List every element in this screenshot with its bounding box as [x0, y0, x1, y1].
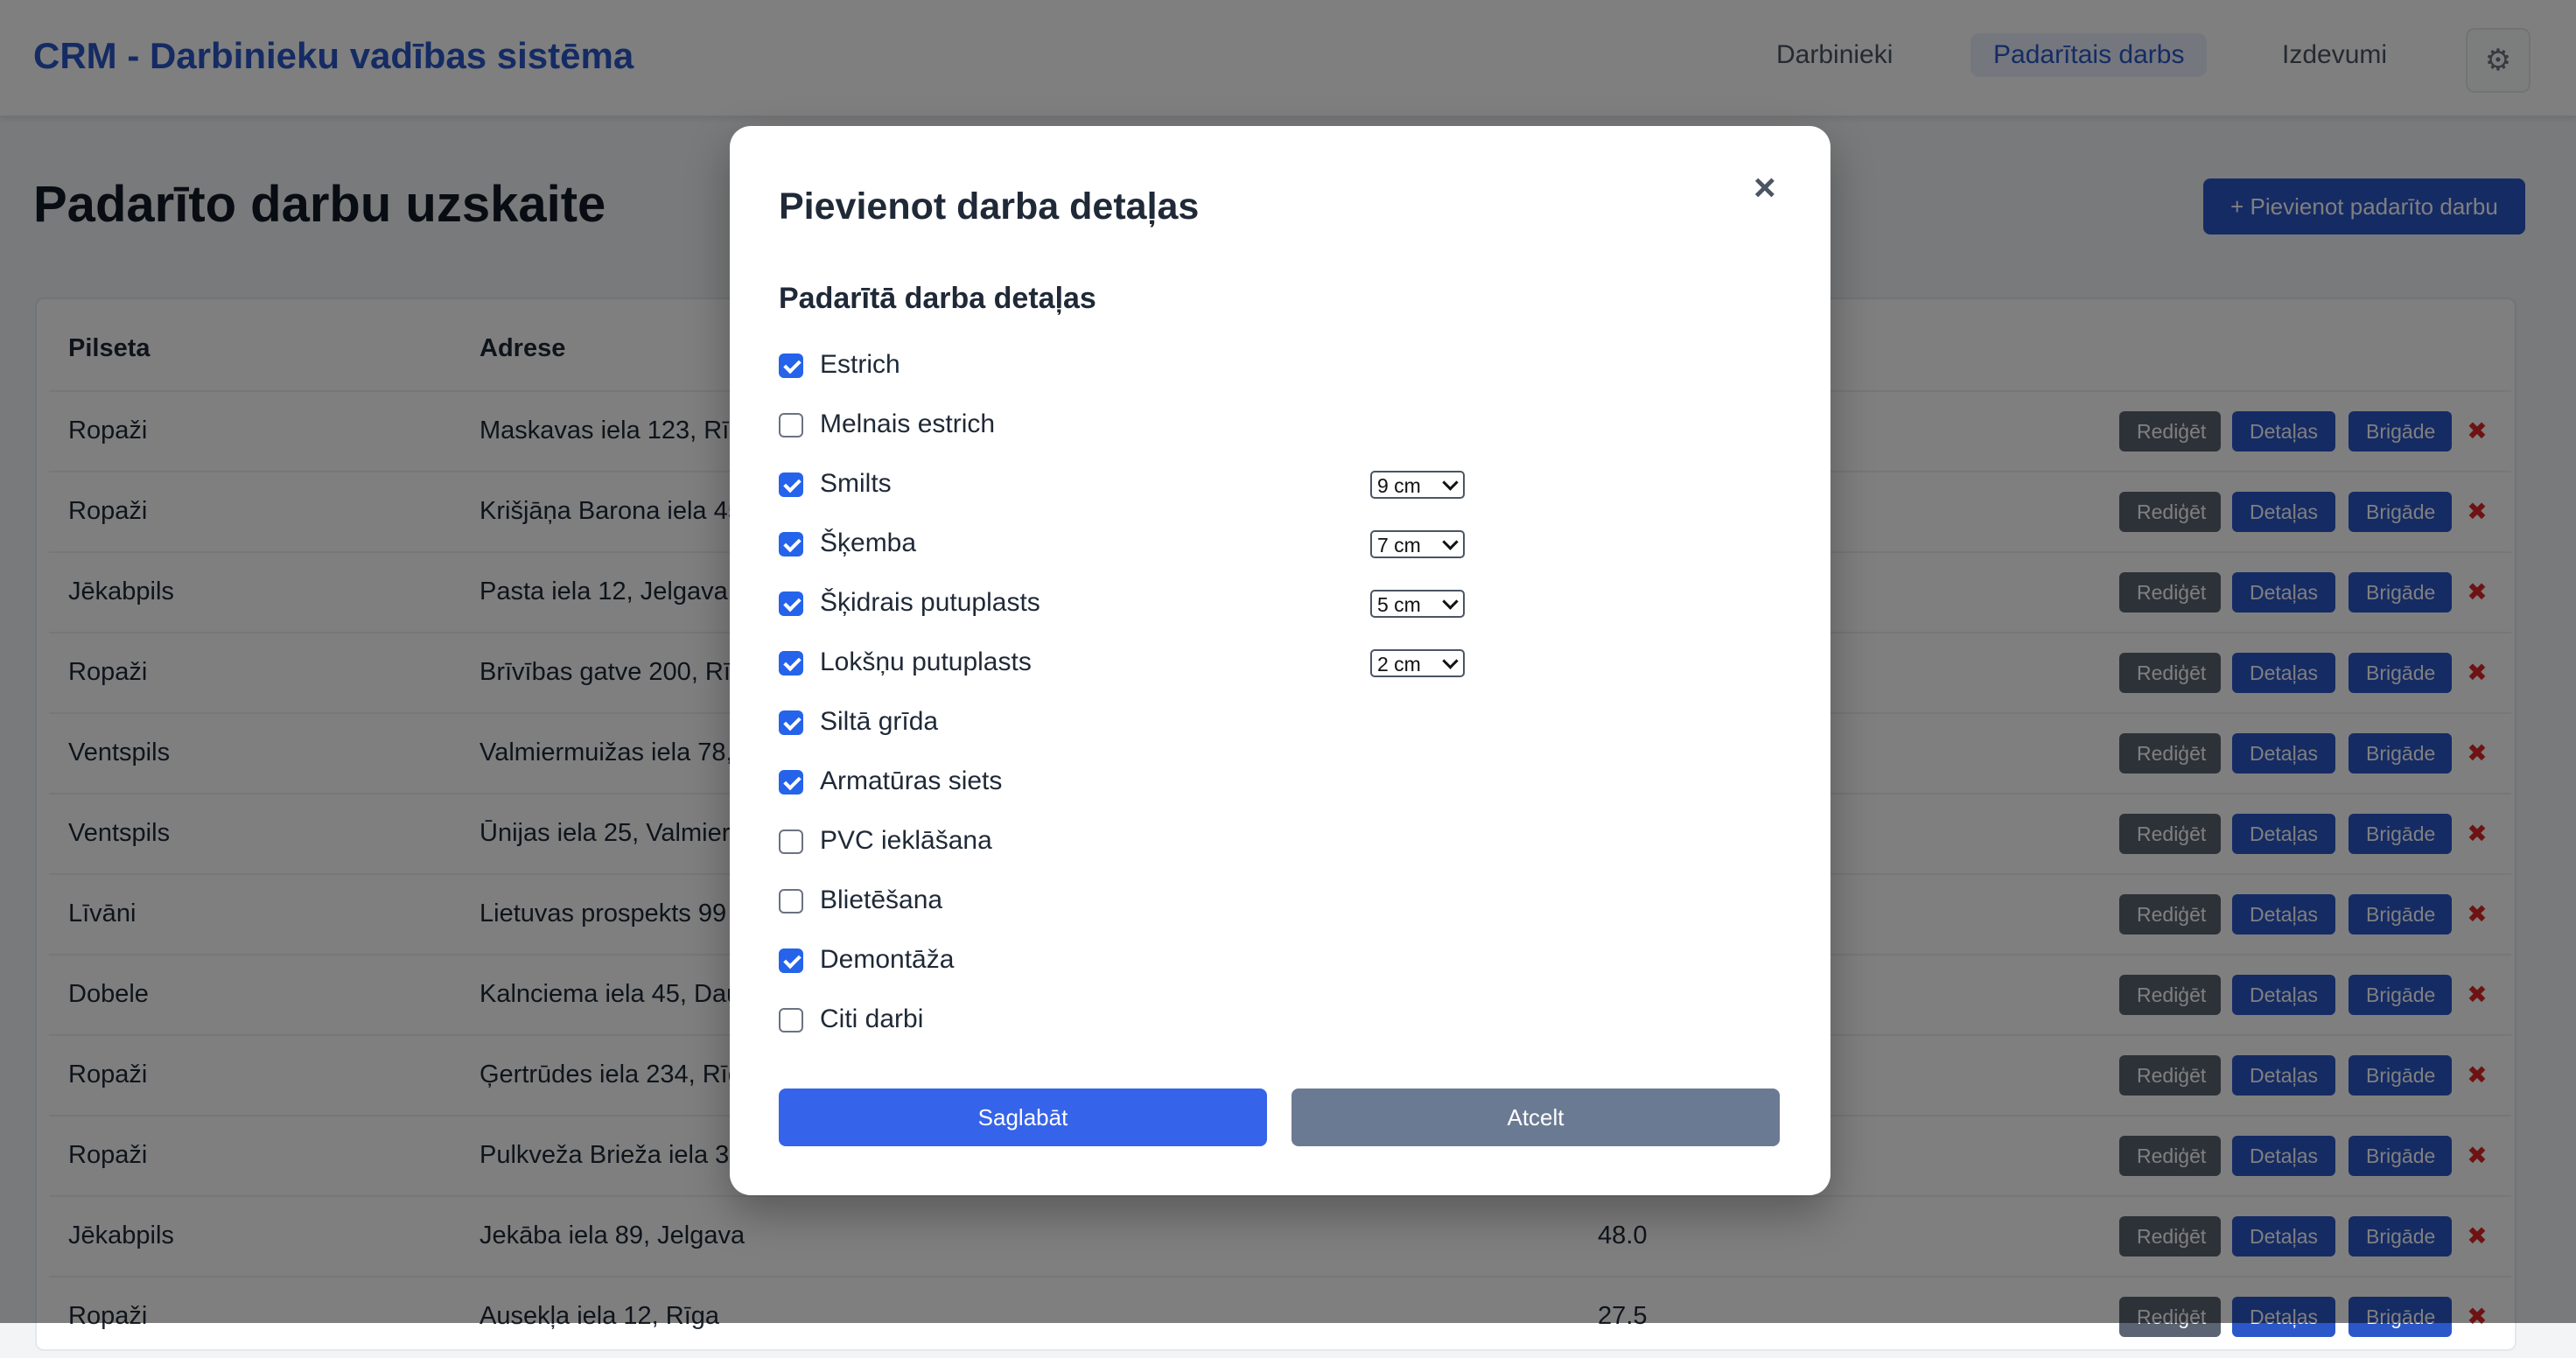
detail-option: Siltā grīda [779, 702, 1776, 746]
chevron-down-icon [1442, 474, 1459, 491]
option-label[interactable]: Blietēšana [820, 886, 942, 915]
detail-option: Citi darbi [779, 999, 1776, 1043]
detail-option: Melnais estrich [779, 404, 1776, 448]
option-label[interactable]: PVC ieklāšana [820, 826, 992, 856]
option-label[interactable]: Citi darbi [820, 1004, 923, 1034]
detail-option: PVC ieklāšana [779, 821, 1776, 864]
detail-option: Šķidrais putuplasts 5 cm [779, 583, 1776, 626]
option-label[interactable]: Estrich [820, 350, 900, 380]
option-checkbox[interactable] [779, 651, 803, 676]
cancel-button[interactable]: Atcelt [1292, 1088, 1780, 1146]
option-checkbox[interactable] [779, 710, 803, 735]
close-icon[interactable]: × [1754, 166, 1776, 210]
modal-title: Pievienot darba detaļas [779, 186, 1200, 228]
detail-option: Armatūras siets [779, 761, 1776, 805]
detail-option: Blietēšana [779, 880, 1776, 924]
detail-option: Demontāža [779, 940, 1776, 984]
option-label[interactable]: Šķidrais putuplasts [820, 588, 1040, 618]
thickness-value: 2 cm [1377, 653, 1421, 676]
thickness-select[interactable]: 9 cm [1370, 471, 1465, 499]
section-title: Padarītā darba detaļas [779, 282, 1096, 315]
option-checkbox[interactable] [779, 889, 803, 914]
detail-option: Šķemba 7 cm [779, 523, 1776, 567]
thickness-select[interactable]: 5 cm [1370, 590, 1465, 618]
option-checkbox[interactable] [779, 413, 803, 438]
detail-option: Estrich [779, 345, 1776, 388]
option-label[interactable]: Demontāža [820, 945, 954, 975]
detail-option: Smilts 9 cm [779, 464, 1776, 508]
option-checkbox[interactable] [779, 472, 803, 497]
option-label[interactable]: Armatūras siets [820, 766, 1002, 796]
chevron-down-icon [1442, 534, 1459, 550]
option-checkbox[interactable] [779, 948, 803, 973]
thickness-select[interactable]: 7 cm [1370, 530, 1465, 558]
save-button[interactable]: Saglabāt [779, 1088, 1267, 1146]
thickness-value: 9 cm [1377, 474, 1421, 497]
option-checkbox[interactable] [779, 770, 803, 794]
thickness-select[interactable]: 2 cm [1370, 649, 1465, 677]
option-checkbox[interactable] [779, 354, 803, 378]
option-label[interactable]: Smilts [820, 469, 892, 499]
option-checkbox[interactable] [779, 532, 803, 556]
detail-option: Lokšņu putuplasts 2 cm [779, 642, 1776, 686]
option-label[interactable]: Lokšņu putuplasts [820, 648, 1032, 677]
option-label[interactable]: Melnais estrich [820, 410, 995, 439]
option-checkbox[interactable] [779, 830, 803, 854]
chevron-down-icon [1442, 653, 1459, 669]
option-label[interactable]: Šķemba [820, 528, 916, 558]
thickness-value: 7 cm [1377, 534, 1421, 556]
thickness-value: 5 cm [1377, 593, 1421, 616]
option-checkbox[interactable] [779, 592, 803, 616]
work-details-modal: Pievienot darba detaļas × Padarītā darba… [730, 126, 1830, 1195]
option-checkbox[interactable] [779, 1008, 803, 1032]
option-label[interactable]: Siltā grīda [820, 707, 938, 737]
chevron-down-icon [1442, 593, 1459, 610]
